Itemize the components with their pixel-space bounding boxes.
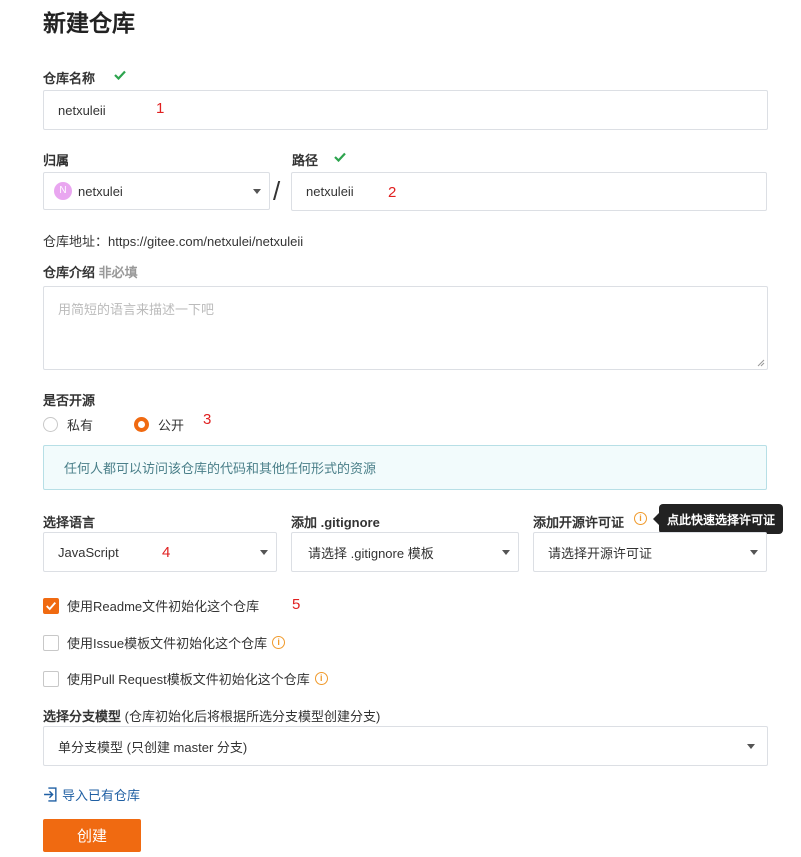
license-tooltip: 点此快速选择许可证 [652, 504, 784, 534]
init-pr-checkbox[interactable]: 使用Pull Request模板文件初始化这个仓库 i [43, 669, 328, 688]
branch-model-hint: (仓库初始化后将根据所选分支模型创建分支) [124, 709, 381, 724]
radio-private[interactable]: 私有 [43, 415, 93, 434]
chevron-down-icon [253, 189, 261, 194]
create-button[interactable]: 创建 [43, 819, 141, 852]
annotation-5: 5 [292, 596, 301, 613]
description-label-text: 仓库介绍 [43, 265, 96, 280]
owner-select[interactable]: N netxulei [43, 172, 270, 210]
license-value: 请选择开源许可证 [548, 545, 653, 561]
language-label: 选择语言 [43, 515, 96, 530]
radio-public[interactable]: 公开 [134, 415, 184, 434]
radio-private-label: 私有 [67, 418, 94, 433]
init-readme-label: 使用Readme文件初始化这个仓库 [67, 599, 260, 614]
init-issue-checkbox[interactable]: 使用Issue模板文件初始化这个仓库 i [43, 633, 286, 652]
path-value: netxuleii [306, 184, 354, 199]
owner-value: netxulei [78, 183, 123, 199]
visibility-label: 是否开源 [43, 393, 96, 408]
owner-label: 归属 [43, 153, 70, 168]
gitignore-value: 请选择 .gitignore 模板 [308, 545, 434, 561]
visibility-notice: 任何人都可以访问该仓库的代码和其他任何形式的资源 [43, 445, 767, 490]
repo-address: 仓库地址：https://gitee.com/netxulei/netxulei… [43, 231, 303, 250]
check-icon [334, 152, 346, 162]
path-label: 路径 [292, 153, 319, 168]
language-select[interactable]: JavaScript [43, 532, 277, 572]
import-icon [44, 787, 57, 802]
info-icon[interactable]: i [634, 512, 647, 525]
description-placeholder: 用简短的语言来描述一下吧 [58, 302, 215, 317]
annotation-4: 4 [162, 544, 171, 561]
license-select[interactable]: 请选择开源许可证 [533, 532, 767, 572]
repo-address-label: 仓库地址： [43, 234, 109, 249]
resize-handle-icon[interactable] [757, 359, 765, 367]
chevron-down-icon [260, 550, 268, 555]
gitignore-label: 添加 .gitignore [291, 515, 380, 530]
radio-public-label: 公开 [158, 418, 185, 433]
chevron-down-icon [747, 744, 755, 749]
chevron-down-icon [750, 550, 758, 555]
repo-name-value: netxuleii [58, 102, 106, 118]
branch-model-heading: 选择分支模型 (仓库初始化后将根据所选分支模型创建分支) [43, 706, 380, 725]
language-value: JavaScript [58, 544, 119, 560]
import-repo-label: 导入已有仓库 [62, 788, 141, 803]
init-issue-label: 使用Issue模板文件初始化这个仓库 [67, 636, 268, 651]
branch-model-select[interactable]: 单分支模型 (只创建 master 分支) [43, 726, 768, 766]
annotation-3: 3 [203, 411, 212, 428]
branch-model-value: 单分支模型 (只创建 master 分支) [58, 739, 248, 755]
init-pr-label: 使用Pull Request模板文件初始化这个仓库 [67, 672, 310, 687]
branch-model-label: 选择分支模型 [43, 709, 122, 724]
checkbox-icon [43, 634, 59, 651]
avatar: N [54, 182, 72, 200]
info-icon[interactable]: i [272, 636, 286, 649]
checkbox-icon [43, 670, 59, 687]
repo-name-input[interactable]: netxuleii [43, 90, 768, 130]
repo-address-url: https://gitee.com/netxulei/netxuleii [108, 234, 304, 249]
annotation-1: 1 [156, 100, 165, 117]
optional-tag: 非必填 [98, 265, 138, 280]
page-title: 新建仓库 [43, 10, 135, 36]
init-readme-checkbox[interactable]: 使用Readme文件初始化这个仓库 [43, 596, 259, 615]
chevron-down-icon [502, 550, 510, 555]
import-repo-link[interactable]: 导入已有仓库 [43, 785, 140, 804]
description-label: 仓库介绍 非必填 [43, 262, 138, 281]
annotation-2: 2 [388, 184, 397, 201]
radio-private-icon [43, 417, 58, 432]
gitignore-select[interactable]: 请选择 .gitignore 模板 [291, 532, 519, 572]
info-icon[interactable]: i [314, 672, 328, 685]
license-label: 添加开源许可证 [533, 515, 625, 530]
description-textarea[interactable]: 用简短的语言来描述一下吧 [43, 286, 768, 370]
check-icon [114, 70, 126, 80]
path-input[interactable]: netxuleii [291, 172, 767, 211]
radio-public-icon [134, 417, 149, 432]
checkbox-checked-icon [43, 597, 59, 614]
path-separator: / [273, 176, 281, 206]
repo-name-label: 仓库名称 [43, 71, 96, 86]
